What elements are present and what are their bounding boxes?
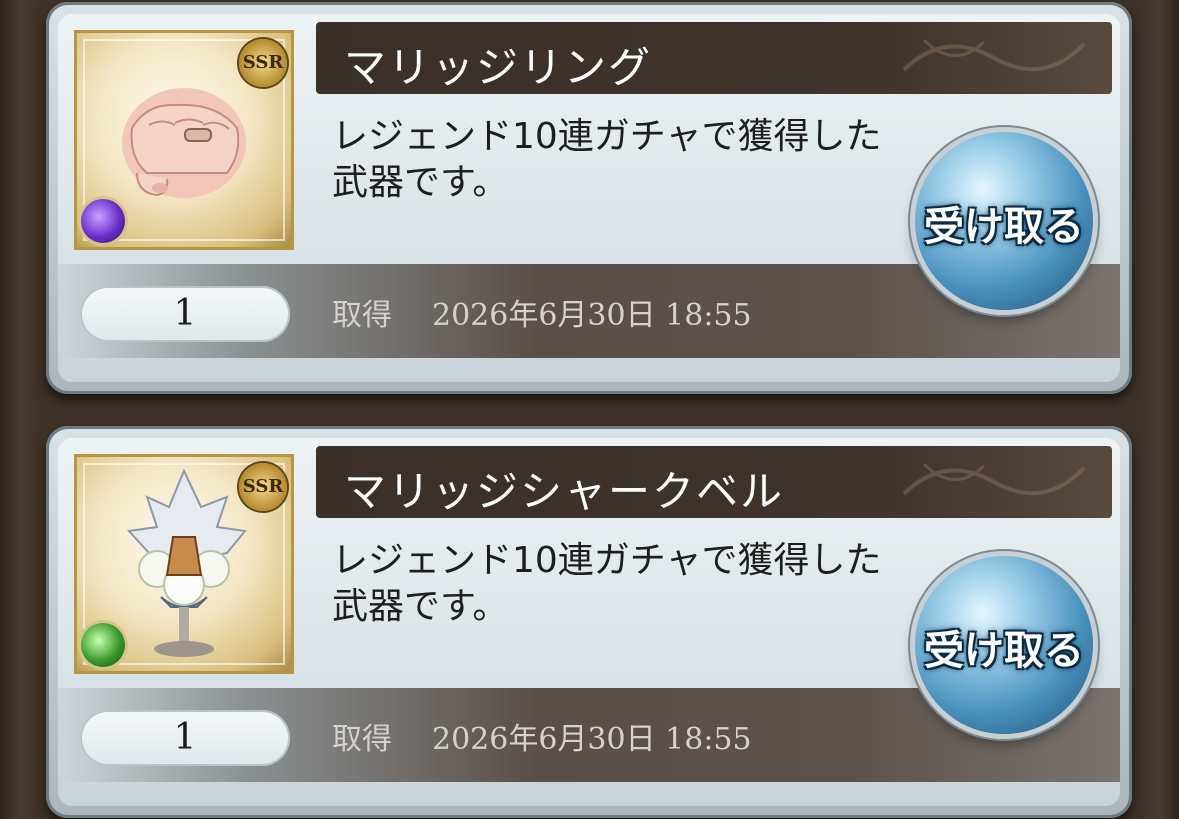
present-card: SSR マリッジシャークベル レジェンド10連ガチャで獲得した武器です。 1 取… [46, 426, 1132, 818]
item-title-bar: マリッジリング [316, 22, 1112, 94]
acquired-datetime: 2026年6月30日 18:55 [432, 722, 752, 757]
acquired-label: 取得 [332, 722, 392, 757]
item-description: レジェンド10連ガチャで獲得した武器です。 [332, 540, 882, 627]
wind-element-icon [81, 623, 125, 667]
rarity-badge: SSR [239, 463, 287, 511]
present-card: SSR マリッジリング レジェンド10連ガチャで獲得した武器です。 1 取得 2… [46, 2, 1132, 394]
quantity-badge: 1 [80, 710, 290, 766]
item-thumbnail[interactable]: SSR [74, 30, 294, 250]
quantity-badge: 1 [80, 286, 290, 342]
ornament-icon [902, 462, 1086, 496]
item-title-bar: マリッジシャークベル [316, 446, 1112, 518]
item-thumbnail[interactable]: SSR [74, 454, 294, 674]
present-card-body: SSR マリッジシャークベル レジェンド10連ガチャで獲得した武器です。 1 取… [58, 438, 1120, 806]
present-box-list: SSR マリッジリング レジェンド10連ガチャで獲得した武器です。 1 取得 2… [0, 0, 1179, 819]
item-name: マリッジリング [344, 43, 653, 92]
dark-element-icon [81, 199, 125, 243]
receive-button-label: 受け取る [924, 628, 1084, 674]
item-description: レジェンド10連ガチャで獲得した武器です。 [332, 116, 882, 203]
acquired-datetime: 2026年6月30日 18:55 [432, 298, 752, 333]
receive-button-label: 受け取る [924, 204, 1084, 250]
acquired-label: 取得 [332, 298, 392, 333]
rarity-badge: SSR [239, 39, 287, 87]
receive-button[interactable]: 受け取る [915, 132, 1093, 310]
item-name: マリッジシャークベル [344, 467, 785, 516]
receive-button[interactable]: 受け取る [915, 556, 1093, 734]
present-card-body: SSR マリッジリング レジェンド10連ガチャで獲得した武器です。 1 取得 2… [58, 14, 1120, 382]
ornament-icon [902, 38, 1086, 72]
